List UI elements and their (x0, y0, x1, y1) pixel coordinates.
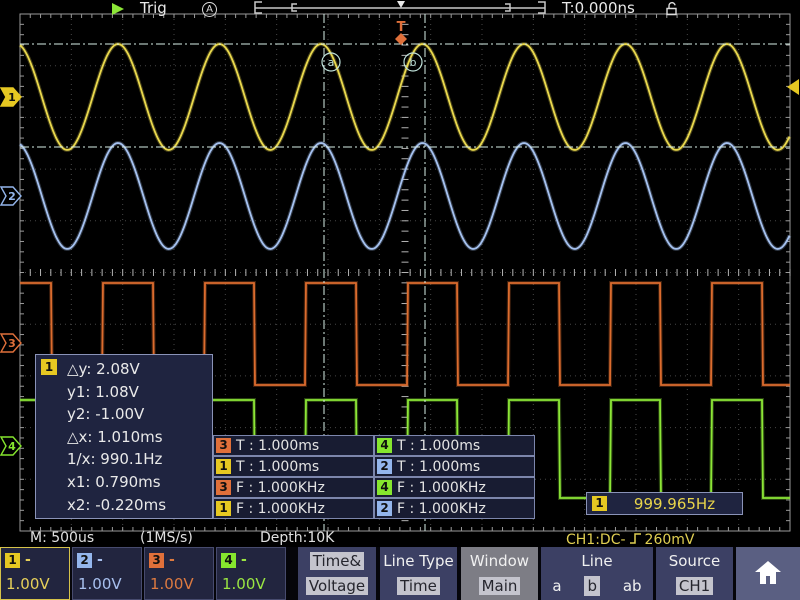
sample-rate-readout: (1MS/s) (140, 531, 193, 546)
menu-cursor-line-label-0[interactable]: Line (581, 552, 612, 570)
menu-line-type-label-1[interactable]: Time (397, 577, 440, 595)
auto-acquire-icon: A (202, 2, 217, 17)
cursor-reading-4: 1/x: 990.1Hz (67, 448, 166, 471)
channel-scale-value: 1.00V (150, 575, 194, 593)
cursor-reading-2: y2: -1.00V (67, 403, 166, 426)
measurement-cell-ch3: 3 T : 1.000ms (213, 435, 374, 456)
channel-2-box[interactable]: 2- 1.00V (72, 547, 142, 600)
record-depth-readout: Depth:10K (260, 531, 334, 546)
measurement-value: T : 1.000ms (236, 438, 319, 454)
frequency-counter: 1 999.965Hz (586, 492, 743, 515)
measurement-cell-ch2: 2 T : 1.000ms (374, 456, 535, 477)
measurement-cell-ch2: 2 F : 1.000KHz (374, 498, 535, 519)
svg-text:T: T (397, 20, 406, 35)
menu-source-softkey[interactable]: Source CH1 (656, 547, 733, 600)
cursor-reading-3: △x: 1.010ms (67, 426, 166, 449)
channel-number-badge: 1 (5, 553, 20, 568)
channel-1-box[interactable]: 1- 1.00V (0, 547, 70, 600)
menu-source-label-0[interactable]: Source (669, 552, 721, 570)
memory-position-bar (255, 1, 545, 13)
channel-badge: 3 (216, 480, 231, 495)
channel-badge: 1 (216, 459, 231, 474)
trigger-time-readout: T:0.000ns (562, 1, 635, 16)
measurement-value: T : 1.000ms (236, 459, 319, 475)
channel-4-box[interactable]: 4- 1.00V (216, 547, 286, 600)
channel-badge: 3 (216, 438, 231, 453)
bottom-menu-bar: 1-1.00V2-1.00V3-1.00V4-1.00V Time&Voltag… (0, 547, 800, 600)
timebase-readout: M: 500us (30, 531, 94, 546)
menu-time-voltage-softkey[interactable]: Time&Voltage (298, 547, 376, 600)
menu-window-label-1[interactable]: Main (479, 577, 521, 595)
unlock-icon (664, 1, 680, 20)
trigger-position-marker[interactable]: T (395, 20, 407, 45)
measurement-value: F : 1.000KHz (236, 501, 325, 517)
channel-coupling-label: - (97, 552, 103, 568)
channel-1-position-marker[interactable]: 1 (1, 88, 21, 106)
measurement-cell-ch1: 1 T : 1.000ms (213, 456, 374, 477)
measurement-cell-ch1: 1 F : 1.000KHz (213, 498, 374, 519)
cursor-reading-0: △y: 2.08V (67, 358, 166, 381)
channel-scale-value: 1.00V (78, 575, 122, 593)
menu-line-type-label-0[interactable]: Line Type (383, 552, 453, 570)
channel-scale-value: 1.00V (6, 575, 50, 593)
channel-badge: 2 (377, 501, 392, 516)
svg-text:1: 1 (8, 91, 16, 104)
menu-source-label-1[interactable]: CH1 (676, 577, 713, 595)
svg-text:a: a (328, 56, 335, 69)
measurement-value: F : 1.000KHz (236, 480, 325, 496)
channel-number-badge: 4 (221, 553, 236, 568)
measurement-cell-ch4: 4 F : 1.000KHz (374, 477, 535, 498)
trig-status-label: Trig (140, 1, 167, 16)
channel-scale-value: 1.00V (222, 575, 266, 593)
menu-cursor-line-option-a[interactable]: a (552, 576, 561, 596)
measurement-value: T : 1.000ms (397, 438, 480, 454)
menu-window-softkey[interactable]: Window Main (461, 547, 538, 600)
cursor-reading-5: x1: 0.790ms (67, 471, 166, 494)
menu-home-button[interactable] (736, 547, 800, 600)
cursor-measurement-panel: 1 △y: 2.08Vy1: 1.08Vy2: -1.00V△x: 1.010m… (35, 354, 213, 519)
channel-3-position-marker[interactable]: 3 (1, 334, 21, 352)
menu-window-label-0[interactable]: Window (470, 552, 529, 570)
trigger-level-arrow[interactable] (787, 79, 799, 95)
oscilloscope-screen: abT1234 Trig A T:0.000ns 1 △y: 2.08Vy1: … (0, 0, 800, 600)
channel-badge: 4 (377, 438, 392, 453)
trigger-source-label: CH1:DC- (566, 533, 626, 548)
channel-badge: 4 (377, 480, 392, 495)
trigger-level-value: 260mV (645, 533, 695, 548)
menu-time-voltage-label-0[interactable]: Time& (310, 552, 364, 570)
channel-badge: 1 (216, 501, 231, 516)
menu-cursor-line-option-ab[interactable]: ab (623, 576, 642, 596)
home-icon (754, 560, 782, 586)
measurement-cell-ch4: 4 T : 1.000ms (374, 435, 535, 456)
cursor-source-channel-badge: 1 (41, 359, 57, 375)
channel-2-position-marker[interactable]: 2 (1, 187, 21, 205)
svg-text:b: b (410, 56, 417, 69)
cursor-reading-1: y1: 1.08V (67, 381, 166, 404)
menu-line-type-softkey[interactable]: Line Type Time (380, 547, 457, 600)
run-state-play-icon (112, 3, 124, 15)
menu-time-voltage-label-1[interactable]: Voltage (306, 577, 368, 595)
measurement-value: F : 1.000KHz (397, 501, 486, 517)
freq-counter-value: 999.965Hz (607, 495, 742, 513)
channel-coupling-label: - (25, 552, 31, 568)
channel-number-badge: 2 (77, 553, 92, 568)
freq-counter-channel-badge: 1 (592, 496, 607, 511)
channel-coupling-label: - (169, 552, 175, 568)
svg-text:3: 3 (8, 337, 16, 350)
svg-text:2: 2 (8, 190, 16, 203)
measurement-cell-ch3: 3 F : 1.000KHz (213, 477, 374, 498)
measurement-value: T : 1.000ms (397, 459, 480, 475)
menu-cursor-line-option-b[interactable]: b (584, 576, 600, 596)
menu-cursor-line-softkey[interactable]: Lineabab (541, 547, 653, 600)
channel-number-badge: 3 (149, 553, 164, 568)
auto-measurement-table: 3 T : 1.000ms 4 T : 1.000ms 1 T : 1.000ms 2 T :… (213, 435, 537, 519)
channel-badge: 2 (377, 459, 392, 474)
svg-text:4: 4 (8, 440, 16, 453)
measurement-value: F : 1.000KHz (397, 480, 486, 496)
cursor-a-label: a (322, 53, 340, 71)
cursor-reading-6: x2: -0.220ms (67, 494, 166, 517)
channel-3-box[interactable]: 3- 1.00V (144, 547, 214, 600)
channel-4-position-marker[interactable]: 4 (1, 437, 21, 455)
channel-coupling-label: - (241, 552, 247, 568)
